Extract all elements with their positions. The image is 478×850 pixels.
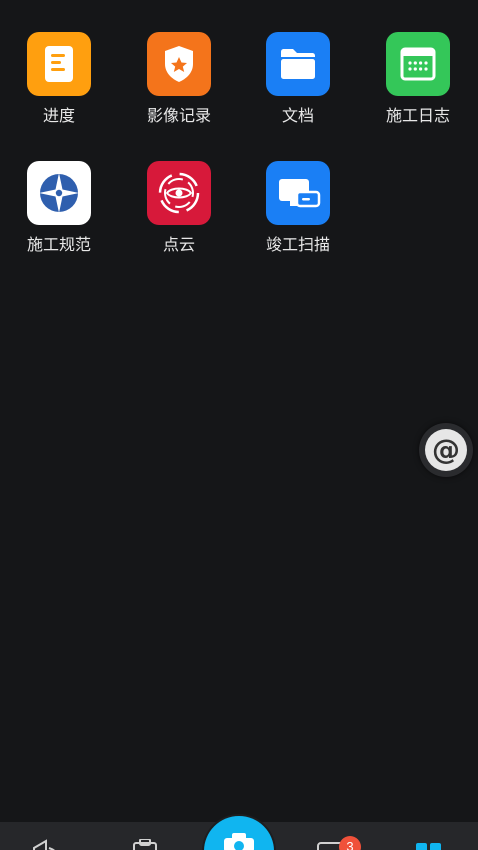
- grid-apps-icon: [416, 843, 441, 850]
- camera-icon: [204, 816, 274, 850]
- camera-button[interactable]: [202, 814, 276, 850]
- app-construction-log[interactable]: 施工日志: [363, 32, 473, 126]
- shield-star-icon: [147, 32, 211, 96]
- megaphone-icon: [33, 839, 55, 850]
- folder-icon: [266, 32, 330, 96]
- calendar-icon: [386, 32, 450, 96]
- floating-at-button[interactable]: @: [419, 423, 473, 477]
- progress-doc-icon: [27, 32, 91, 96]
- app-label: 点云: [162, 235, 195, 254]
- at-icon: @: [425, 429, 467, 471]
- app-completion-scan[interactable]: 竣工扫描: [243, 161, 353, 255]
- tab-apps[interactable]: [414, 840, 444, 850]
- app-progress[interactable]: 进度: [4, 32, 114, 126]
- app-label: 施工规范: [26, 235, 91, 254]
- app-label: 施工日志: [385, 106, 450, 125]
- app-point-cloud[interactable]: 点云: [124, 161, 234, 255]
- app-label: 竣工扫描: [265, 235, 330, 254]
- tab-tasks[interactable]: [130, 838, 160, 850]
- app-documents[interactable]: 文档: [243, 32, 353, 126]
- app-screen: 进度 影像记录 文档 施工日志 施工规范 点云 竣工扫描 @ 3: [0, 0, 478, 850]
- app-label: 影像记录: [146, 106, 211, 125]
- app-construction-spec[interactable]: 施工规范: [4, 161, 114, 255]
- tab-announcements[interactable]: [30, 838, 64, 850]
- eye-swirl-icon: [147, 161, 211, 225]
- app-label: 进度: [42, 106, 75, 125]
- app-label: 文档: [281, 106, 314, 125]
- compass-star-icon: [27, 161, 91, 225]
- clipboard-icon: [133, 838, 157, 850]
- monitor-device-icon: [266, 161, 330, 225]
- app-photo-record[interactable]: 影像记录: [124, 32, 234, 126]
